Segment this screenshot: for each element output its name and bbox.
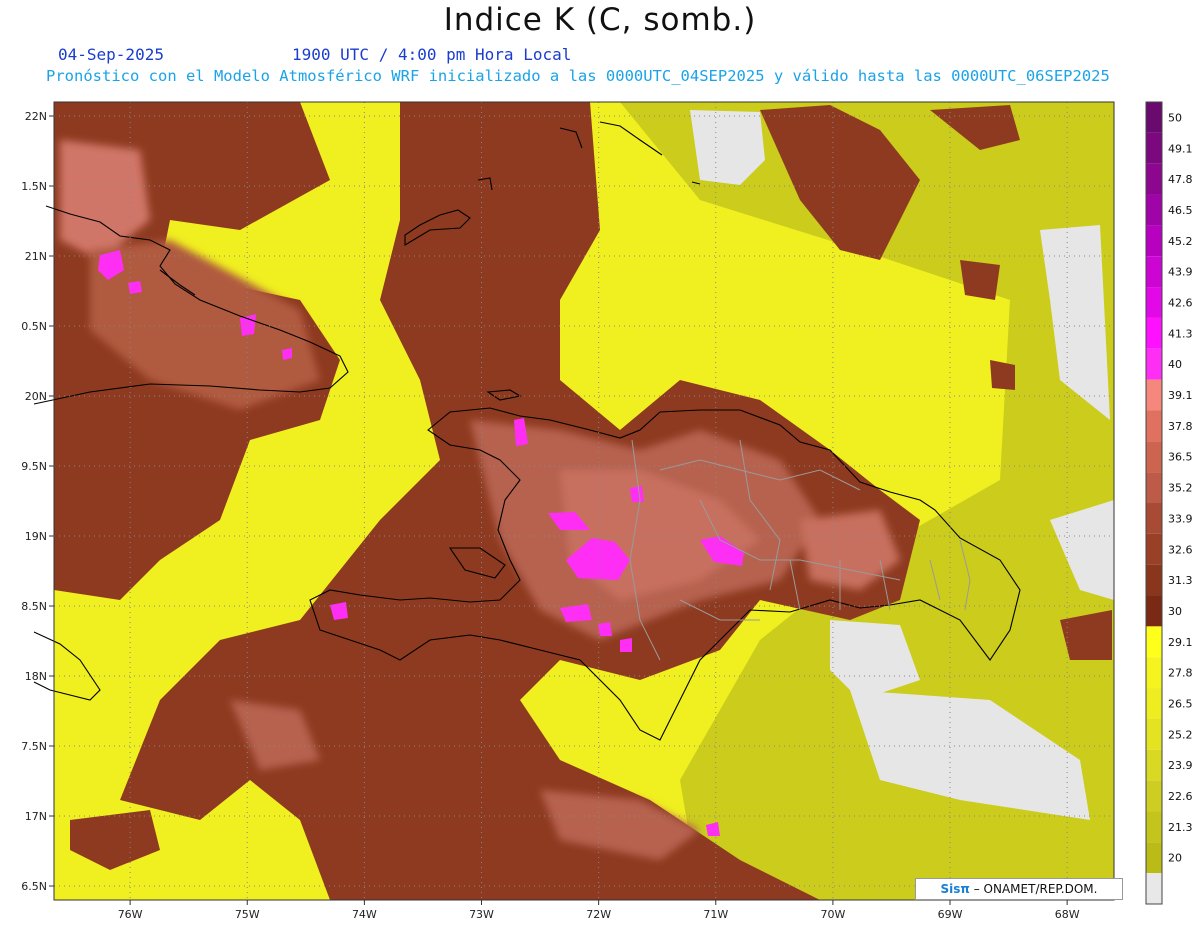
colorbar-label: 46.5 [1168,204,1193,217]
field-magenta-cell [630,486,644,502]
lat-tick-label: 17N [25,810,47,823]
lat-tick-label: 1.5N [21,180,47,193]
colorbar-swatch [1146,132,1162,164]
colorbar-swatch [1146,472,1162,503]
colorbar-swatch [1146,194,1162,226]
lat-tick-label: 6.5N [21,880,47,893]
field-brown-zone [990,360,1015,390]
field-magenta-cell [620,638,632,652]
colorbar-label: 36.5 [1168,451,1193,464]
colorbar-label: 23.9 [1168,759,1193,772]
colorbar-label: 49.1 [1168,142,1193,155]
colorbar-swatch [1146,564,1162,596]
colorbar-label: 43.9 [1168,266,1193,279]
lat-tick-label: 0.5N [21,320,47,333]
colorbar-label: 35.2 [1168,482,1193,495]
colorbar-swatch [1146,595,1162,627]
colorbar-swatch [1146,225,1162,257]
colorbar-label: 25.2 [1168,728,1193,741]
colorbar-swatch [1146,503,1162,534]
lat-tick-label: 22N [25,110,47,123]
lat-tick-label: 8.5N [21,600,47,613]
colorbar-label: 29.1 [1168,636,1193,649]
colorbar-label: 42.6 [1168,297,1193,310]
colorbar-label: 47.8 [1168,173,1193,186]
colorbar-label: 40 [1168,358,1182,371]
colorbar-swatch [1146,287,1162,318]
colorbar-label: 37.8 [1168,420,1193,433]
colorbar-label: 30 [1168,605,1182,618]
colorbar-swatch [1146,657,1162,689]
lon-tick-label: 69W [938,908,963,921]
colorbar-label: 32.6 [1168,543,1193,556]
colorbar-label: 33.9 [1168,512,1193,525]
colorbar-label: 31.3 [1168,574,1193,587]
colorbar-swatch [1146,749,1162,781]
colorbar-swatch [1146,102,1162,133]
lat-tick-label: 7.5N [21,740,47,753]
lon-tick-label: 71W [703,908,728,921]
colorbar-swatch [1146,688,1162,719]
credit-label: – ONAMET/REP.DOM. [969,882,1098,896]
colorbar: 50 49.1 47.8 46.5 45.2 43.9 42.6 41.3 40 39.1 37.8… [1145,101,1193,905]
lat-tick-label: 19N [25,530,47,543]
colorbar-swatch [1146,780,1162,812]
k-index-map: 76W 75W 74W 73W 72W 71W 70W 69W 68W 6.5N 17N 7.5N 18… [21,101,1193,921]
colorbar-label: 41.3 [1168,327,1193,340]
colorbar-label: 45.2 [1168,235,1193,248]
lat-tick-label: 18N [25,670,47,683]
colorbar-label: 22.6 [1168,790,1193,803]
colorbar-swatch [1146,441,1162,473]
field-magenta-cell [598,622,612,636]
lon-tick-label: 68W [1055,908,1080,921]
colorbar-swatch [1146,348,1162,380]
colorbar-swatch [1146,718,1162,750]
lon-tick-label: 76W [118,908,143,921]
lon-tick-label: 75W [235,908,260,921]
colorbar-swatch [1146,163,1162,195]
lat-tick-label: 20N [25,390,47,403]
lon-tick-label: 73W [469,908,494,921]
shaded-field [54,102,1114,900]
colorbar-label: 26.5 [1168,698,1193,711]
colorbar-swatch [1146,873,1162,904]
field-brown-zone [960,260,1000,300]
colorbar-swatch [1146,317,1162,349]
colorbar-label: 50 [1168,111,1182,124]
colorbar-label: 21.3 [1168,821,1193,834]
brand-label: Sisπ [940,882,970,896]
colorbar-swatch [1146,842,1162,874]
colorbar-swatch [1146,379,1162,411]
lat-tick-label: 21N [25,250,47,263]
colorbar-label: 20 [1168,852,1182,865]
colorbar-swatch [1146,256,1162,288]
colorbar-swatch [1146,811,1162,843]
colorbar-label: 39.1 [1168,389,1193,402]
lon-tick-label: 74W [352,908,377,921]
colorbar-swatch [1146,410,1162,442]
colorbar-swatch [1146,533,1162,565]
lon-tick-label: 70W [820,908,845,921]
lon-tick-label: 72W [586,908,611,921]
colorbar-swatch [1146,626,1162,658]
colorbar-label: 27.8 [1168,667,1193,680]
credit-box: Sisπ – ONAMET/REP.DOM. [915,878,1123,900]
lat-tick-label: 9.5N [21,460,47,473]
field-magenta-cell [282,348,292,360]
